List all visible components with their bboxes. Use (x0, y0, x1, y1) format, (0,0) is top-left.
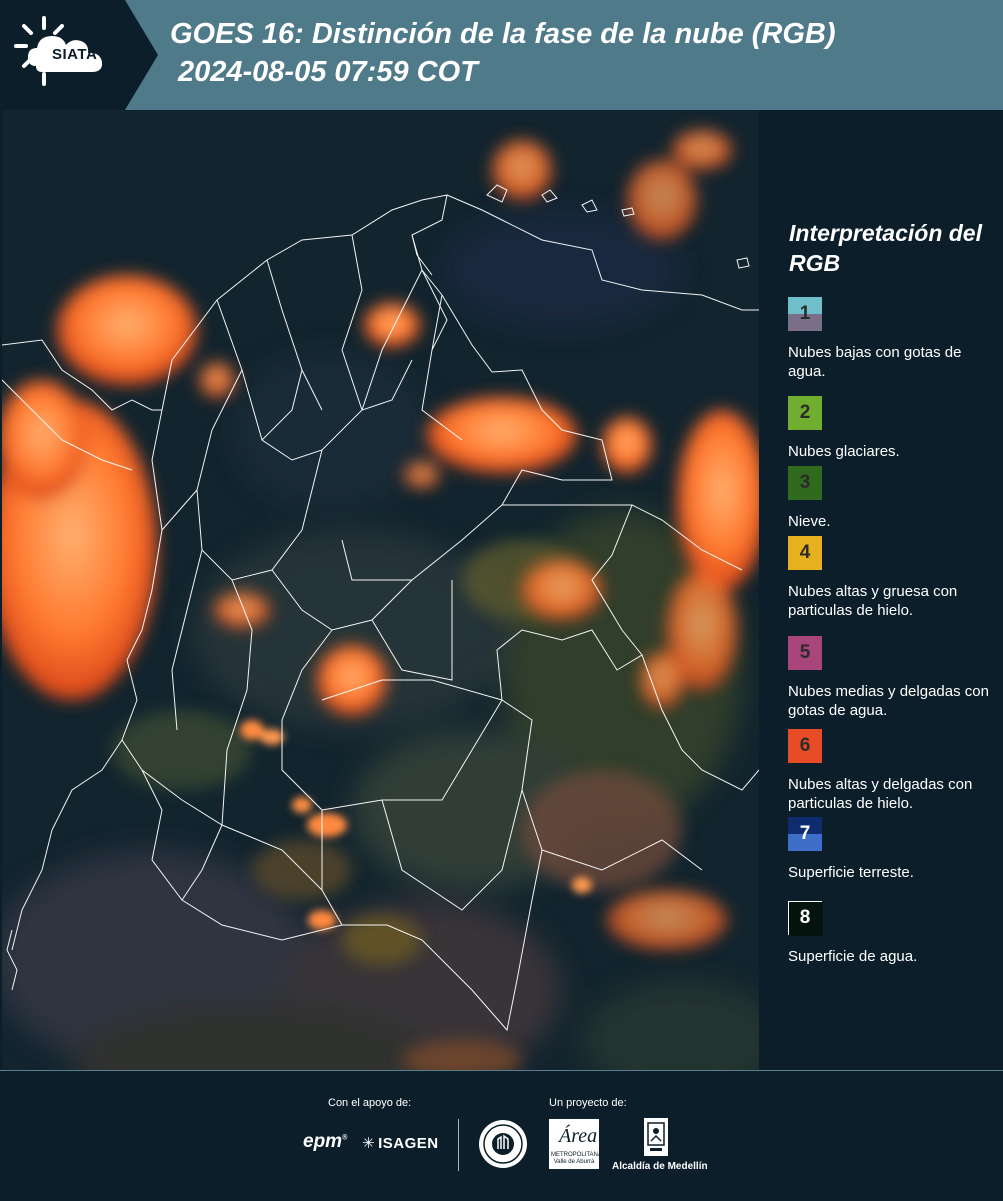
legend-number: 2 (799, 402, 811, 423)
legend-label: Nubes glaciares. (788, 443, 900, 460)
legend-number: 4 (799, 542, 811, 563)
isagen-logo: ✳ ISAGEN (362, 1135, 439, 1152)
legend-label: Superficie de agua. (788, 948, 918, 965)
legend-label: Superficie terreste. (788, 864, 914, 881)
legend-number: 7 (799, 823, 811, 844)
legend-swatch: 5 (788, 636, 822, 670)
project-label: Un proyecto de: (549, 1097, 627, 1109)
support-label: Con el apoyo de: (328, 1097, 412, 1109)
legend-number: 8 (799, 907, 811, 928)
alcaldia-shield-icon (644, 1118, 668, 1156)
legend-swatch: 8 (788, 901, 823, 936)
logo-text: SIATA (52, 46, 98, 63)
legend-number: 3 (799, 472, 811, 493)
footer-divider (458, 1119, 459, 1171)
siata-logo: SIATA (0, 0, 158, 110)
legend-swatch: 4 (788, 536, 822, 570)
legend-swatch: 7 (788, 817, 822, 851)
alcaldia-text: Alcaldía de Medellín (612, 1161, 708, 1172)
epm-logo: epm® (303, 1131, 348, 1152)
legend-label: Nubes altas y delgadas con particulas de… (788, 776, 973, 812)
footer: Con el apoyo de: Un proyecto de: epm® ✳ I… (0, 1070, 1003, 1201)
legend-item: 4 Nubes altas y gruesa con particulas de … (788, 536, 1000, 620)
legend-item: 6 Nubes altas y delgadas con particulas d… (788, 729, 1000, 813)
legend-title: Interpretación del RGB (789, 220, 982, 276)
satellite-map[interactable] (2, 110, 759, 1070)
legend-item: 1 Nubes bajas con gotas de agua. (788, 297, 1000, 381)
legend-swatch: 1 (788, 297, 822, 331)
legend-item: 2 Nubes glaciares. (788, 396, 1000, 461)
header-bar: SIATA GOES 16: Distinción de la fase de … (0, 0, 1003, 110)
legend-item: 7 Superficie terreste. (788, 817, 1000, 882)
timestamp: 2024-08-05 07:59 COT (178, 56, 478, 88)
legend-item: 3 Nieve. (788, 466, 1000, 531)
legend-label: Nubes medias y delgadas con gotas de agu… (788, 683, 989, 719)
legend-number: 5 (799, 642, 811, 663)
satellite-rgb-map (2, 110, 759, 1070)
legend-number: 1 (799, 303, 811, 324)
legend-number: 6 (799, 735, 811, 756)
legend-label: Nubes bajas con gotas de agua. (788, 344, 962, 380)
legend-panel: Interpretación del RGB 1 Nubes bajas con … (776, 110, 1003, 1070)
legend-swatch: 2 (788, 396, 822, 430)
seal-icon (479, 1120, 527, 1168)
legend-swatch: 6 (788, 729, 822, 763)
page-title: GOES 16: Distinción de la fase de la nub… (170, 18, 836, 50)
legend-item: 8 Superficie de agua. (788, 901, 1000, 966)
isagen-mark-icon: ✳ (362, 1135, 376, 1152)
legend-swatch: 3 (788, 466, 822, 500)
area-metropolitana-logo: Área METROPOLITANA Valle de Aburrá (549, 1119, 602, 1169)
legend-label: Nubes altas y gruesa con particulas de h… (788, 583, 958, 619)
legend-item: 5 Nubes medias y delgadas con gotas de ag… (788, 636, 1000, 720)
legend-label: Nieve. (788, 513, 831, 530)
